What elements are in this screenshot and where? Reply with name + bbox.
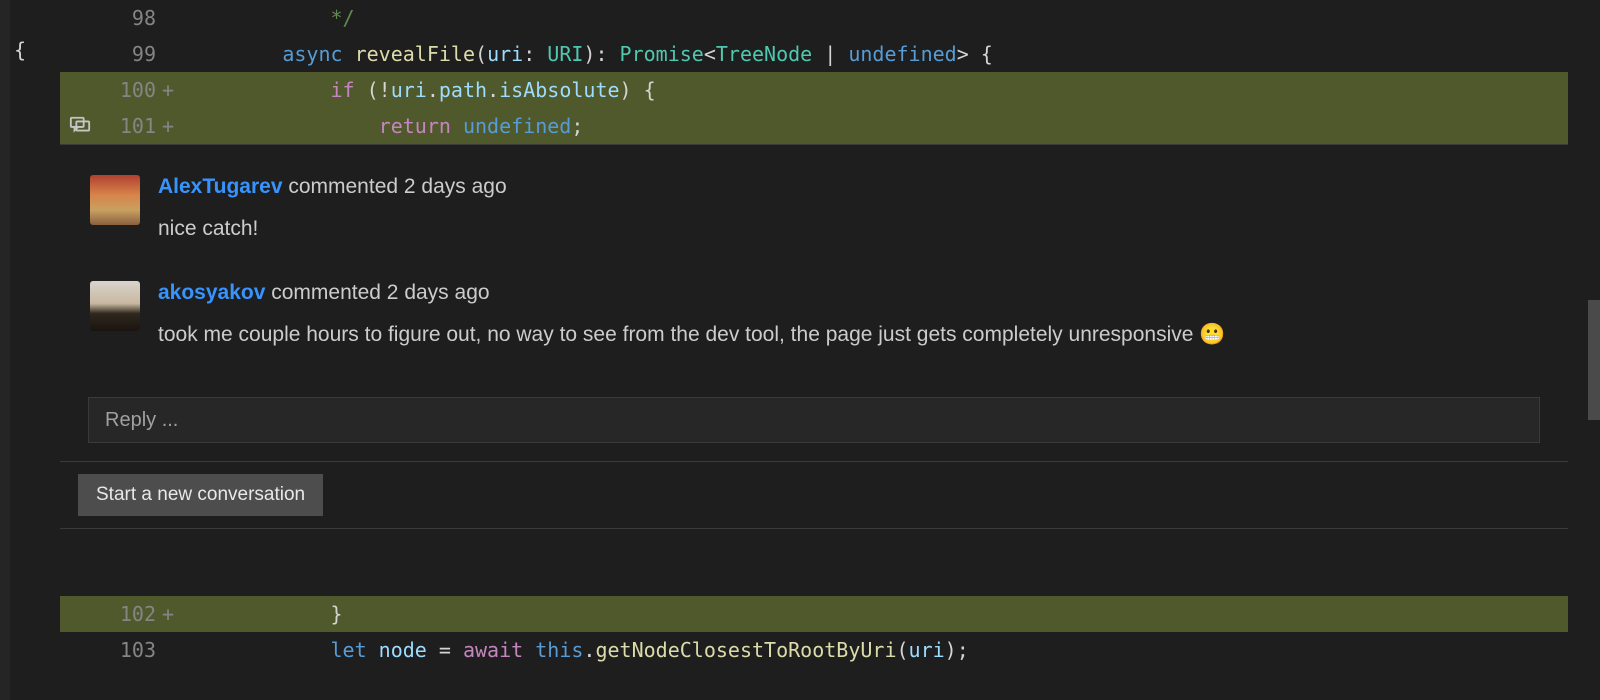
code-content[interactable]: async revealFile(uri: URI): Promise<Tree… bbox=[186, 36, 1568, 72]
comment-item: akosyakov commented 2 days ago took me c… bbox=[60, 271, 1568, 377]
diff-marker: + bbox=[160, 108, 176, 144]
code-line[interactable]: 101+ return undefined; bbox=[60, 108, 1568, 144]
code-line[interactable]: 98 */ bbox=[60, 0, 1568, 36]
code-editor-continued[interactable]: 102+ }103 let node = await this.getNodeC… bbox=[60, 596, 1568, 668]
reply-input[interactable] bbox=[88, 397, 1540, 443]
comment-text: nice catch! bbox=[158, 217, 1538, 241]
comment-author[interactable]: AlexTugarev bbox=[158, 175, 283, 198]
code-content[interactable]: */ bbox=[186, 0, 1568, 36]
comment-item: AlexTugarev commented 2 days ago nice ca… bbox=[60, 165, 1568, 271]
code-editor[interactable]: 98 */99 async revealFile(uri: URI): Prom… bbox=[60, 0, 1568, 144]
code-content[interactable]: } bbox=[186, 596, 1568, 632]
line-number: 101 bbox=[100, 108, 160, 144]
comment-author[interactable]: akosyakov bbox=[158, 281, 265, 304]
comment-thread-icon[interactable] bbox=[60, 115, 100, 137]
avatar[interactable] bbox=[90, 175, 140, 225]
comment-meta: commented 2 days ago bbox=[283, 175, 507, 198]
code-line[interactable]: 99 async revealFile(uri: URI): Promise<T… bbox=[60, 36, 1568, 72]
activity-strip bbox=[0, 0, 10, 700]
new-conversation-bar: Start a new conversation bbox=[60, 461, 1568, 528]
start-new-conversation-button[interactable]: Start a new conversation bbox=[78, 474, 323, 516]
outer-brace: { bbox=[14, 38, 26, 62]
comment-text: took me couple hours to figure out, no w… bbox=[158, 323, 1538, 347]
comment-thread: AlexTugarev commented 2 days ago nice ca… bbox=[60, 144, 1568, 529]
line-number: 102 bbox=[100, 596, 160, 632]
code-content[interactable]: if (!uri.path.isAbsolute) { bbox=[186, 72, 1568, 108]
code-content[interactable]: return undefined; bbox=[186, 108, 1568, 144]
comment-meta: commented 2 days ago bbox=[265, 281, 489, 304]
line-number: 103 bbox=[100, 632, 160, 668]
diff-marker: + bbox=[160, 72, 176, 108]
diff-marker: + bbox=[160, 596, 176, 632]
line-number: 98 bbox=[100, 0, 160, 36]
code-line[interactable]: 102+ } bbox=[60, 596, 1568, 632]
avatar[interactable] bbox=[90, 281, 140, 331]
activity-strip-inner bbox=[10, 0, 18, 700]
vertical-scrollbar-thumb[interactable] bbox=[1588, 300, 1600, 420]
line-number: 99 bbox=[100, 36, 160, 72]
code-content[interactable]: let node = await this.getNodeClosestToRo… bbox=[186, 632, 1568, 668]
code-line[interactable]: 103 let node = await this.getNodeClosest… bbox=[60, 632, 1568, 668]
diff-gutter bbox=[176, 0, 186, 36]
diff-gutter bbox=[176, 36, 186, 72]
diff-gutter bbox=[176, 72, 186, 108]
line-number: 100 bbox=[100, 72, 160, 108]
code-line[interactable]: 100+ if (!uri.path.isAbsolute) { bbox=[60, 72, 1568, 108]
diff-gutter bbox=[176, 632, 186, 668]
diff-gutter bbox=[176, 108, 186, 144]
diff-gutter bbox=[176, 596, 186, 632]
